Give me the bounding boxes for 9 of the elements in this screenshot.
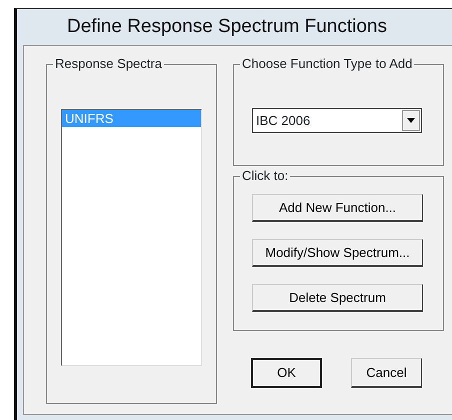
action-button[interactable]: Add New Function... <box>252 194 423 222</box>
group-label: Response Spectra <box>53 56 164 72</box>
window-title: Define Response Spectrum Functions <box>66 15 388 39</box>
dialog-button[interactable]: OK <box>251 358 322 388</box>
dialog-button[interactable]: Cancel <box>351 358 422 388</box>
function-type-dropdown[interactable]: IBC 2006 <box>252 108 422 133</box>
action-button[interactable]: Modify/Show Spectrum... <box>252 239 423 267</box>
group-label: Choose Function Type to Add <box>240 56 414 72</box>
action-button[interactable]: Delete Spectrum <box>252 284 423 312</box>
